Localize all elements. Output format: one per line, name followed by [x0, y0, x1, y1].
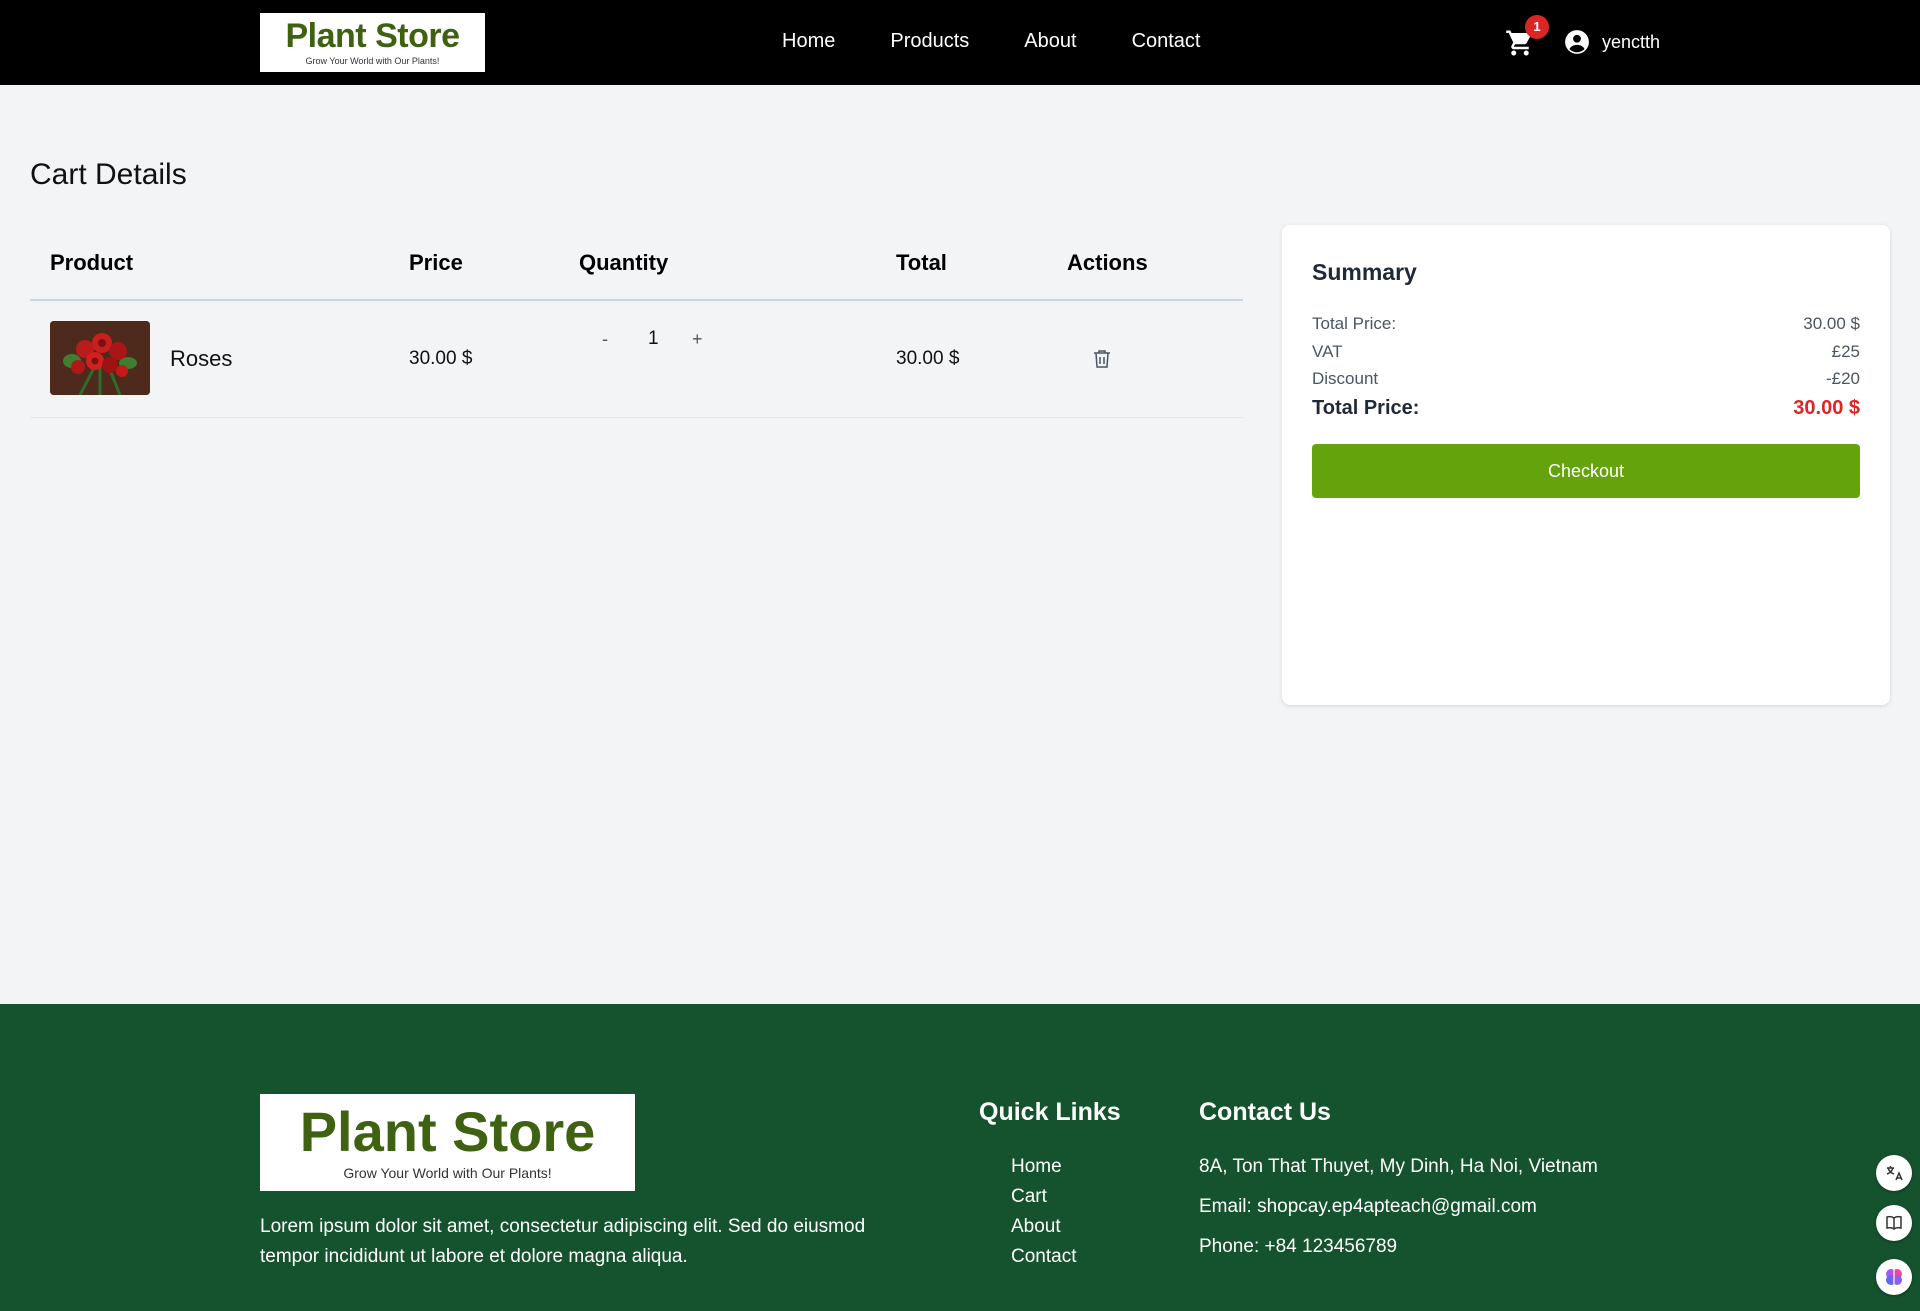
table-header: Product Price Quantity Total Actions	[30, 228, 1243, 301]
footer-link-cart[interactable]: Cart	[1011, 1186, 1047, 1207]
summary-value: -£20	[1825, 369, 1860, 388]
trash-icon[interactable]	[1093, 349, 1111, 369]
table-row: Roses 30.00 $ - 1 + 30.00 $	[30, 301, 1243, 418]
summary-discount-row: Discount -£20	[1312, 369, 1860, 389]
grand-total-value: 30.00 $	[1793, 397, 1860, 419]
site-header: Plant Store Grow Your World with Our Pla…	[0, 0, 1920, 85]
logo-tagline: Grow Your World with Our Plants!	[305, 56, 440, 66]
col-total: Total	[896, 250, 947, 275]
product-total: 30.00 $	[896, 348, 960, 369]
main-nav: Home Products About Contact	[782, 30, 1201, 53]
summary-vat-row: VAT £25	[1312, 342, 1860, 362]
col-price: Price	[409, 250, 463, 275]
site-footer: Plant Store Grow Your World with Our Pla…	[0, 1004, 1920, 1311]
cart-table: Product Price Quantity Total Actions Ros…	[30, 228, 1243, 418]
footer-description: Lorem ipsum dolor sit amet, consectetur …	[260, 1216, 866, 1267]
col-actions: Actions	[1067, 250, 1148, 275]
nav-about[interactable]: About	[1024, 30, 1076, 53]
summary-label: Discount	[1312, 369, 1379, 388]
user-avatar-icon[interactable]	[1564, 29, 1590, 55]
footer-link-home[interactable]: Home	[1011, 1156, 1062, 1177]
summary-value: 30.00 $	[1803, 314, 1860, 333]
product-name[interactable]: Roses	[170, 346, 232, 372]
footer-logo-tagline: Grow Your World with Our Plants!	[343, 1165, 552, 1181]
grand-total-label: Total Price:	[1312, 397, 1420, 419]
decrease-quantity-button[interactable]: -	[602, 329, 608, 350]
increase-quantity-button[interactable]: +	[692, 329, 703, 350]
contact-info: 8A, Ton That Thuyet, My Dinh, Ha Noi, Vi…	[1199, 1152, 1598, 1272]
logo-title: Plant Store	[285, 17, 460, 55]
footer-link-contact[interactable]: Contact	[1011, 1246, 1076, 1267]
footer-logo-title: Plant Store	[299, 1100, 596, 1163]
nav-home[interactable]: Home	[782, 30, 835, 53]
translate-icon[interactable]	[1876, 1155, 1912, 1191]
summary-value: £25	[1831, 342, 1860, 361]
header-logo[interactable]: Plant Store Grow Your World with Our Pla…	[260, 13, 485, 72]
summary-card: Summary Total Price: 30.00 $ VAT £25 Dis…	[1282, 225, 1890, 705]
product-image[interactable]	[50, 321, 150, 395]
quick-links-title: Quick Links	[979, 1098, 1121, 1126]
summary-label: Total Price:	[1312, 314, 1397, 333]
product-price: 30.00 $	[409, 348, 473, 369]
summary-title: Summary	[1312, 259, 1417, 285]
nav-products[interactable]: Products	[890, 30, 969, 53]
contact-title: Contact Us	[1199, 1098, 1331, 1126]
summary-grand-total-row: Total Price: 30.00 $	[1312, 397, 1860, 420]
cart-count-badge: 1	[1525, 15, 1549, 39]
page-title: Cart Details	[30, 158, 187, 191]
contact-email: Email: shopcay.ep4apteach@gmail.com	[1199, 1196, 1537, 1217]
footer-link-about[interactable]: About	[1011, 1216, 1061, 1237]
footer-logo[interactable]: Plant Store Grow Your World with Our Pla…	[260, 1094, 635, 1191]
username[interactable]: yenctth	[1602, 32, 1660, 53]
col-product: Product	[50, 250, 134, 275]
book-icon[interactable]	[1876, 1205, 1912, 1241]
col-quantity: Quantity	[579, 250, 669, 275]
summary-subtotal-row: Total Price: 30.00 $	[1312, 314, 1860, 334]
summary-label: VAT	[1312, 342, 1343, 361]
checkout-button[interactable]: Checkout	[1312, 444, 1860, 498]
brain-icon[interactable]	[1876, 1259, 1912, 1295]
quantity-value: 1	[648, 328, 659, 349]
nav-contact[interactable]: Contact	[1132, 30, 1201, 53]
contact-phone: Phone: +84 123456789	[1199, 1236, 1398, 1257]
contact-address: 8A, Ton That Thuyet, My Dinh, Ha Noi, Vi…	[1199, 1156, 1598, 1177]
quick-links-list: Home Cart About Contact	[1011, 1152, 1076, 1272]
